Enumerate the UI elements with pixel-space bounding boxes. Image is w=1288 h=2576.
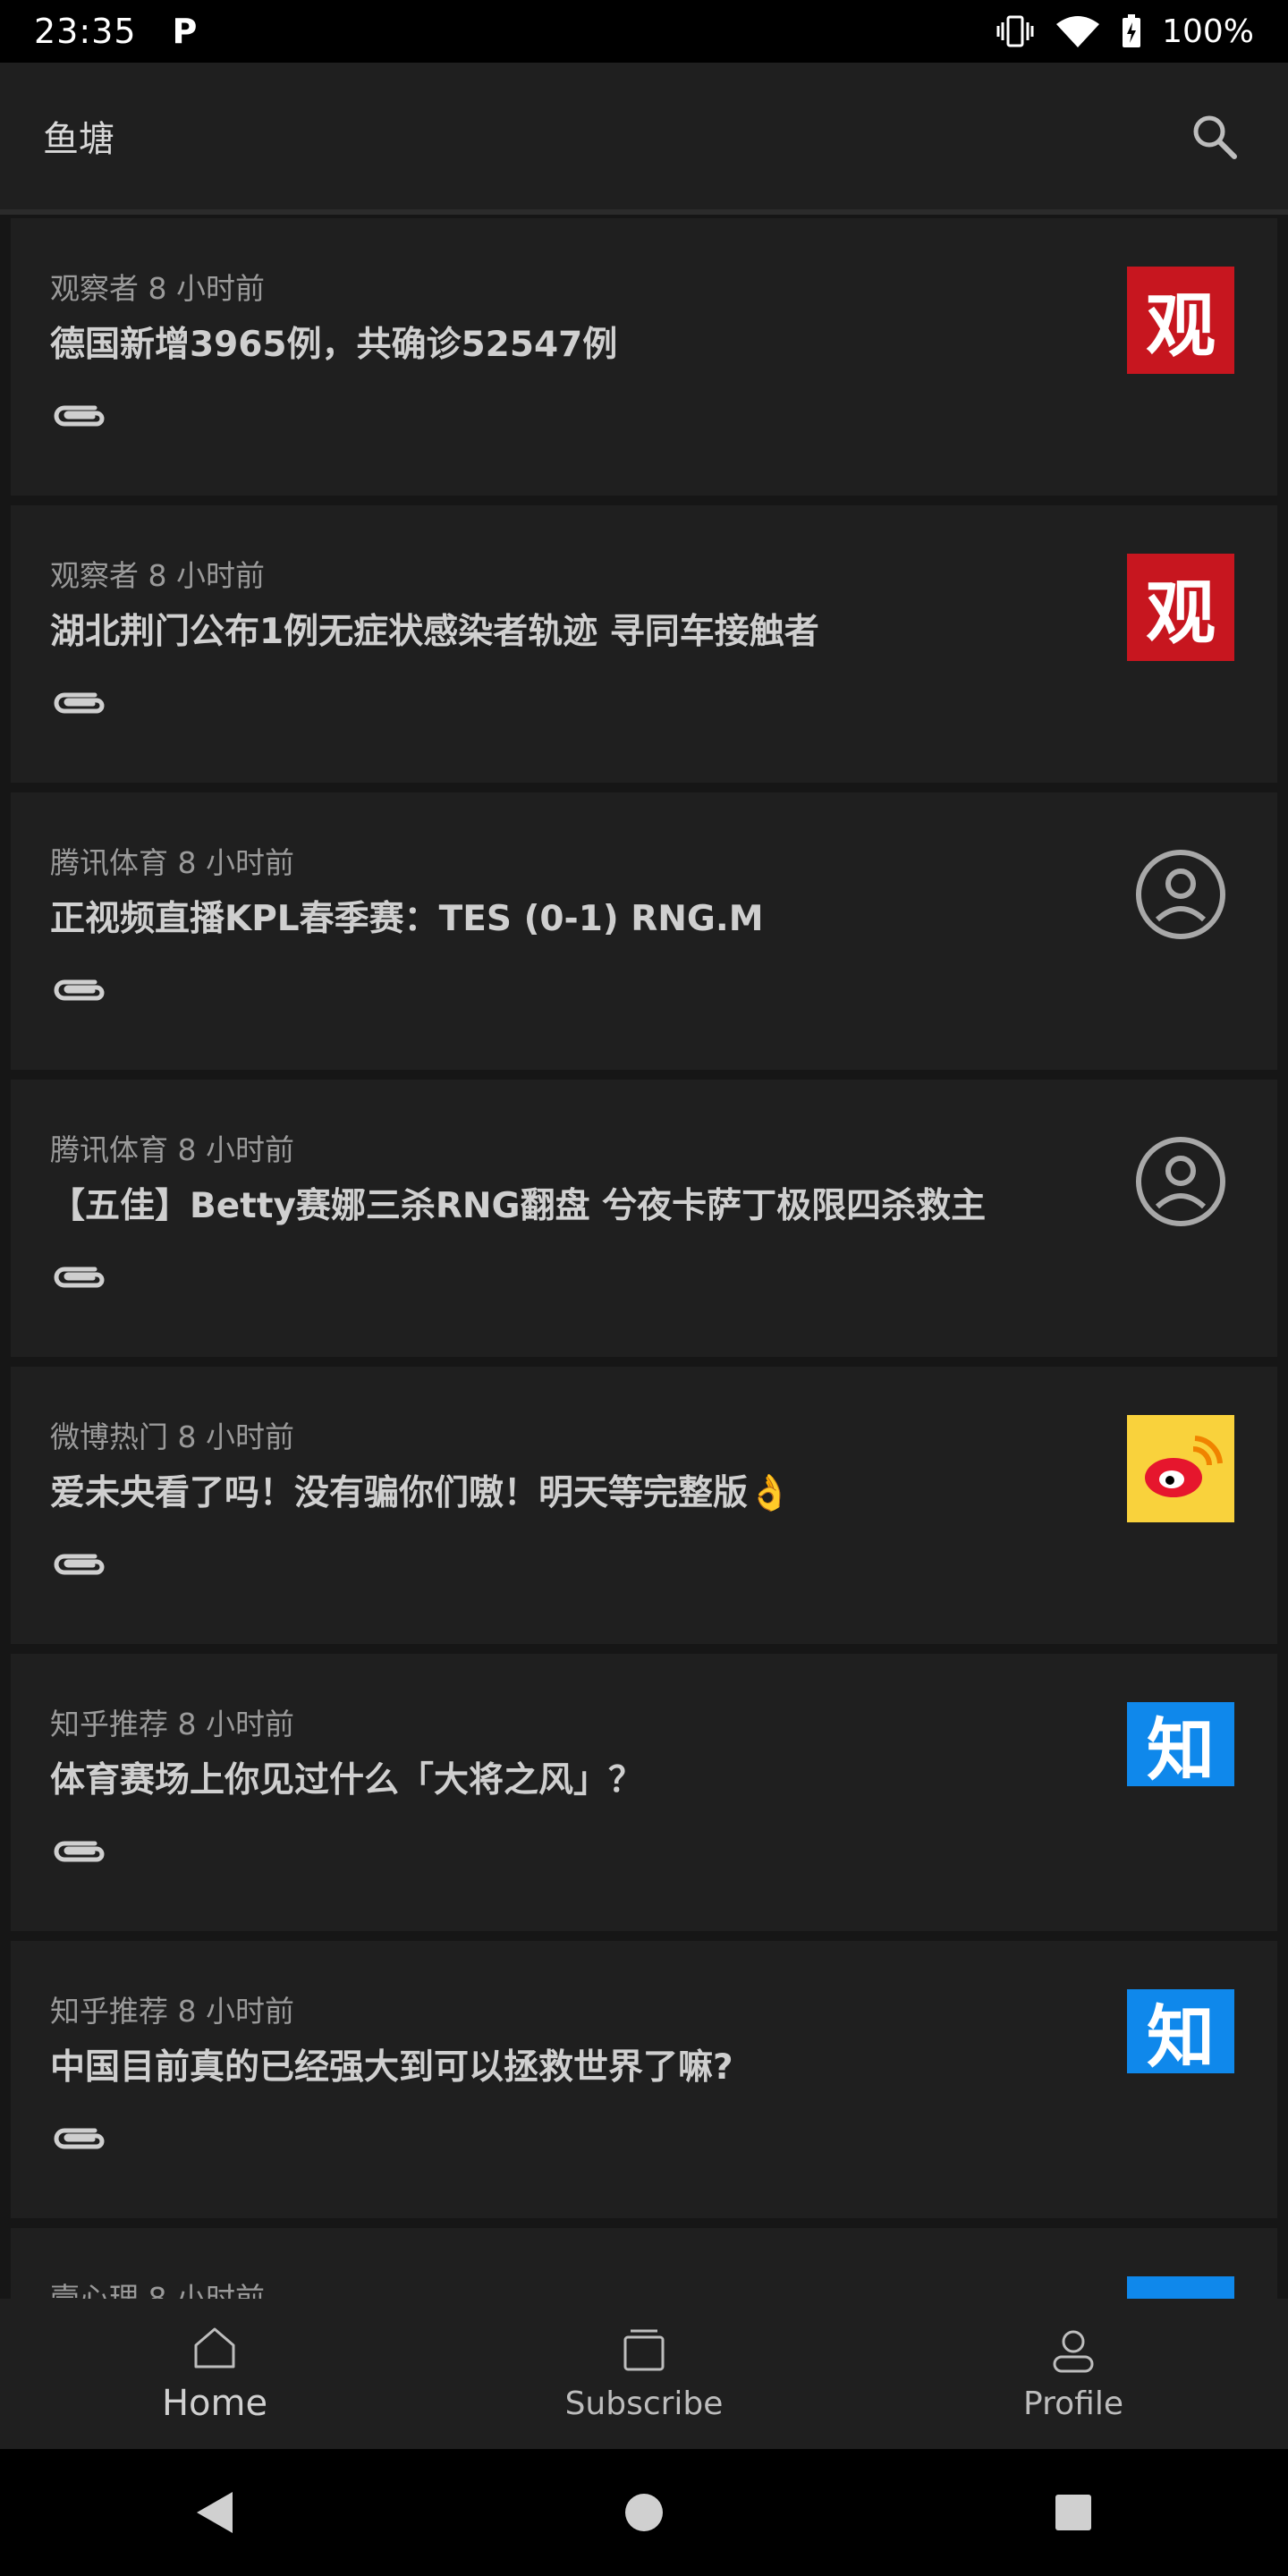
feed-card-title: 湖北荆门公布1例无症状感染者轨迹 寻同车接触者 [50, 612, 819, 652]
bottom-navigation: Home Subscribe Profile [0, 2299, 1288, 2449]
page-title: 鱼塘 [43, 119, 114, 160]
feed-card[interactable]: 知乎推荐 8 小时前体育赛场上你见过什么「大将之风」？ 知 [11, 1654, 1277, 1931]
zhihu-logo-icon [1127, 2276, 1234, 2299]
feed-card-title: 【五佳】Betty赛娜三杀RNG翻盘 兮夜卡萨丁极限四杀救主 [50, 1186, 987, 1226]
profile-icon [1049, 2326, 1097, 2378]
subscribe-icon [620, 2326, 668, 2378]
feed-card-source: 观察者 8 小时前 [50, 271, 265, 306]
avatar-placeholder-icon [1127, 1128, 1234, 1235]
feed-card[interactable]: 腾讯体育 8 小时前【五佳】Betty赛娜三杀RNG翻盘 兮夜卡萨丁极限四杀救主 [11, 1080, 1277, 1357]
attachment-icon[interactable] [50, 1833, 107, 1868]
feed-card[interactable]: 观察者 8 小时前湖北荆门公布1例无症状感染者轨迹 寻同车接触者 观 [11, 505, 1277, 783]
feed-list[interactable]: 观察者 8 小时前 德国新增3965例，共确诊52547例观观察者 8 小时前 湖北… [11, 218, 1277, 2299]
feed-card-source: 腾讯体育 8 小时前 [50, 1132, 294, 1167]
feed-card-source: 壹心理 8 小时前 [50, 2281, 265, 2299]
weibo-logo-icon [1127, 1415, 1234, 1522]
feed-card[interactable]: 腾讯体育 8 小时前正视频直播KPL春季赛：TES (0-1) RNG.M [11, 792, 1277, 1070]
attachment-icon[interactable] [50, 684, 107, 720]
feed-card-source: 知乎推荐 8 小时前 [50, 1994, 294, 2029]
feed-card-source: 知乎推荐 8 小时前 [50, 1707, 294, 1741]
feed-card-source: 观察者 8 小时前 [50, 558, 265, 593]
wifi-icon [1055, 13, 1101, 49]
notification-p-icon: P [172, 12, 198, 51]
nav-subscribe-label: Subscribe [564, 2385, 724, 2422]
home-circle-icon[interactable] [429, 2492, 859, 2533]
attachment-icon[interactable] [50, 397, 107, 433]
nav-profile-label: Profile [1023, 2385, 1123, 2422]
attachment-icon[interactable] [50, 971, 107, 1007]
attachment-icon[interactable] [50, 1546, 107, 1581]
attachment-icon[interactable] [50, 2120, 107, 2156]
feed-card[interactable]: 观察者 8 小时前德国新增3965例，共确诊52547例 观 [11, 218, 1277, 496]
nav-subscribe[interactable]: Subscribe [429, 2299, 859, 2449]
feed-card-title: 德国新增3965例，共确诊52547例 [50, 325, 618, 365]
zhihu-logo-icon: 知 [1127, 1702, 1234, 1790]
attachment-icon[interactable] [50, 1258, 107, 1294]
feed-card[interactable]: 微博热门 8 小时前爱未央看了吗！没有骗你们嗷！明天等完整版👌 [11, 1367, 1277, 1644]
status-bar: 23:35 P 100% [0, 0, 1288, 63]
vibrate-icon [996, 13, 1035, 49]
feed-card-title: 爱未央看了吗！没有骗你们嗷！明天等完整版👌 [50, 1473, 792, 1513]
guancha-logo-icon: 观 [1127, 267, 1234, 374]
feed-card[interactable]: 壹心理 8 小时前 [11, 2228, 1277, 2299]
avatar-placeholder-icon [1127, 841, 1234, 948]
feed-card-title: 体育赛场上你见过什么「大将之风」？ [50, 1760, 644, 1801]
status-time: 23:35 [34, 12, 137, 51]
search-icon[interactable] [1182, 105, 1245, 167]
feed-card-source: 微博热门 8 小时前 [50, 1419, 294, 1454]
battery-percent: 100% [1162, 13, 1254, 50]
app-bar: 鱼塘 [0, 63, 1288, 215]
feed-card[interactable]: 知乎推荐 8 小时前中国目前真的已经强大到可以拯救世界了嘛? 知 [11, 1941, 1277, 2218]
nav-profile[interactable]: Profile [859, 2299, 1288, 2449]
back-icon[interactable] [0, 2490, 429, 2535]
guancha-logo-icon: 观 [1127, 554, 1234, 661]
battery-charging-icon [1121, 13, 1142, 49]
nav-home-label: Home [161, 2383, 268, 2424]
home-icon [191, 2324, 239, 2376]
nav-home[interactable]: Home [0, 2299, 429, 2449]
system-navigation-bar [0, 2449, 1288, 2576]
feed-card-source: 腾讯体育 8 小时前 [50, 845, 294, 880]
feed-card-title: 中国目前真的已经强大到可以拯救世界了嘛? [50, 2047, 733, 2088]
feed-card-title: 正视频直播KPL春季赛：TES (0-1) RNG.M [50, 899, 764, 939]
recents-icon[interactable] [859, 2493, 1288, 2532]
zhihu-logo-icon: 知 [1127, 1989, 1234, 2077]
